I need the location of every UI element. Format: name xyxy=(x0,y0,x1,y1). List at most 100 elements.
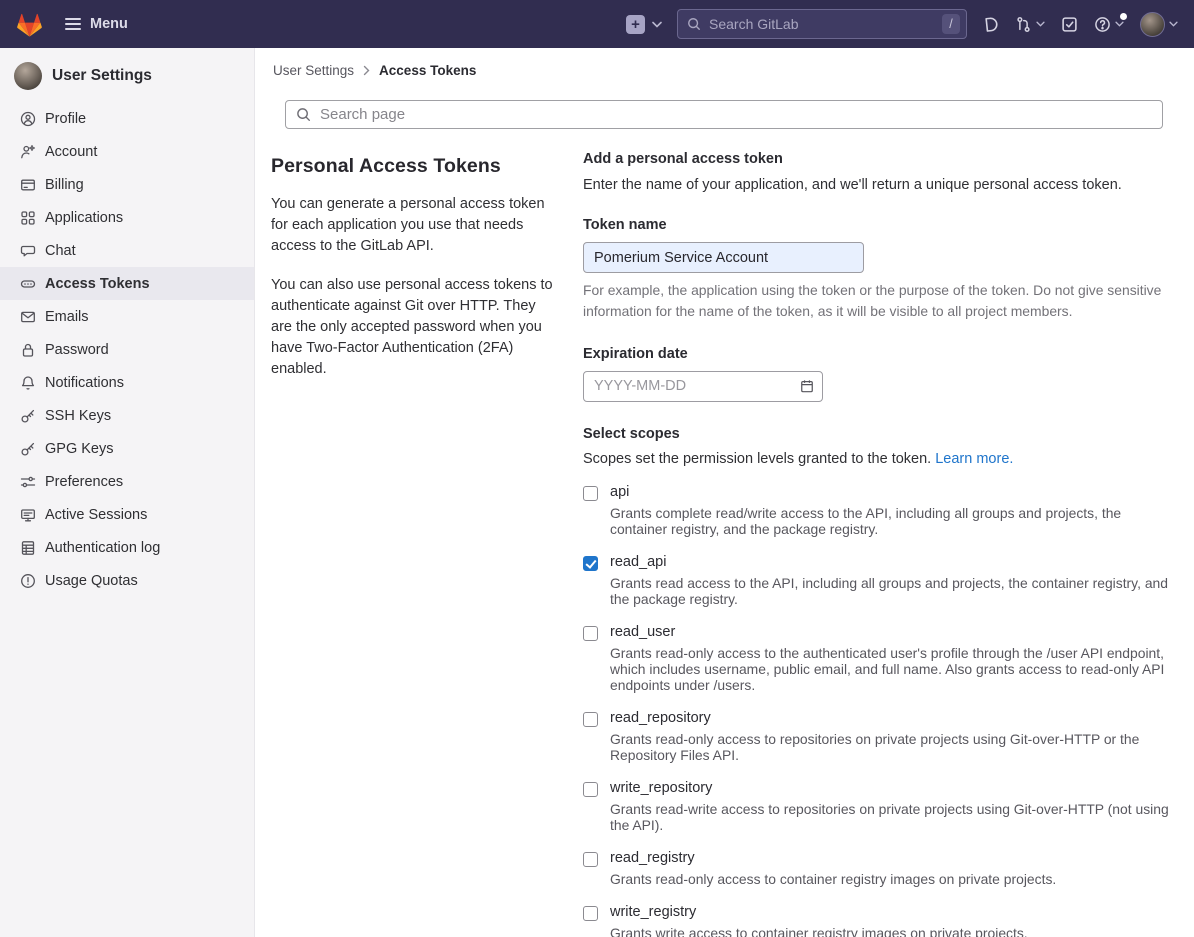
page-description-1: You can generate a personal access token… xyxy=(271,194,553,257)
menu-label: Menu xyxy=(90,16,128,32)
scopes-help: Scopes set the permission levels granted… xyxy=(583,451,1169,467)
chevron-down-icon xyxy=(1115,21,1124,27)
sidebar-item-gpg-keys[interactable]: GPG Keys xyxy=(0,432,254,465)
issues-icon[interactable] xyxy=(982,16,999,33)
sidebar-item-chat[interactable]: Chat xyxy=(0,234,254,267)
scope-checkbox-read-repository[interactable] xyxy=(583,712,598,727)
merge-requests-dropdown[interactable] xyxy=(1015,16,1045,33)
sidebar-item-notifications[interactable]: Notifications xyxy=(0,366,254,399)
key-icon xyxy=(20,441,36,457)
scope-description: Grants read-only access to container reg… xyxy=(610,871,1056,887)
sidebar-item-account[interactable]: Account xyxy=(0,135,254,168)
monitor-icon xyxy=(20,507,36,523)
sidebar-context-header[interactable]: User Settings xyxy=(0,58,254,102)
global-search-input[interactable] xyxy=(709,16,934,32)
lock-icon xyxy=(20,342,36,358)
expiration-date-label: Expiration date xyxy=(583,346,1169,362)
notification-dot xyxy=(1120,13,1127,20)
bell-icon xyxy=(20,375,36,391)
sidebar-item-applications[interactable]: Applications xyxy=(0,201,254,234)
user-avatar xyxy=(14,62,42,90)
learn-more-link[interactable]: Learn more. xyxy=(935,451,1013,467)
breadcrumb-user-settings[interactable]: User Settings xyxy=(273,63,354,78)
form-subheading: Enter the name of your application, and … xyxy=(583,177,1169,193)
quota-icon xyxy=(20,573,36,589)
global-search[interactable]: / xyxy=(677,9,967,39)
scope-description: Grants read-only access to the authentic… xyxy=(610,645,1169,693)
log-icon xyxy=(20,540,36,556)
gitlab-logo-icon[interactable] xyxy=(16,11,43,38)
page-description-column: Personal Access Tokens You can generate … xyxy=(271,147,553,937)
scope-row-write-repository: write_repository Grants read-write acces… xyxy=(583,780,1169,833)
user-menu[interactable] xyxy=(1140,12,1178,37)
search-icon xyxy=(296,107,311,122)
chevron-right-icon xyxy=(363,65,370,76)
main-content: User Settings Access Tokens Personal Acc… xyxy=(255,48,1194,937)
chevron-down-icon xyxy=(1036,21,1045,27)
sidebar-item-preferences[interactable]: Preferences xyxy=(0,465,254,498)
sidebar-title: User Settings xyxy=(52,67,152,85)
scope-row-write-registry: write_registry Grants write access to co… xyxy=(583,904,1169,937)
scope-row-read-api: read_api Grants read access to the API, … xyxy=(583,554,1169,607)
scope-row-read-user: read_user Grants read-only access to the… xyxy=(583,624,1169,693)
top-navbar: Menu + / xyxy=(0,0,1194,48)
scope-checkbox-read-user[interactable] xyxy=(583,626,598,641)
chat-icon xyxy=(20,243,36,259)
sidebar-item-emails[interactable]: Emails xyxy=(0,300,254,333)
expiration-date-input[interactable] xyxy=(583,371,823,402)
page-search-input[interactable] xyxy=(320,106,1152,123)
sidebar-item-access-tokens[interactable]: Access Tokens xyxy=(0,267,254,300)
user-avatar xyxy=(1140,12,1165,37)
scope-checkbox-write-registry[interactable] xyxy=(583,906,598,921)
search-icon xyxy=(687,17,701,31)
breadcrumb-access-tokens: Access Tokens xyxy=(379,63,476,78)
email-icon xyxy=(20,309,36,325)
todos-icon[interactable] xyxy=(1061,16,1078,33)
token-icon xyxy=(20,276,36,292)
sidebar-item-active-sessions[interactable]: Active Sessions xyxy=(0,498,254,531)
page-search[interactable] xyxy=(285,100,1163,129)
sidebar-item-authentication-log[interactable]: Authentication log xyxy=(0,531,254,564)
calendar-icon[interactable] xyxy=(800,379,814,393)
scope-name[interactable]: write_registry xyxy=(610,904,1028,920)
billing-icon xyxy=(20,177,36,193)
sidebar-item-usage-quotas[interactable]: Usage Quotas xyxy=(0,564,254,597)
applications-icon xyxy=(20,210,36,226)
scope-name[interactable]: read_api xyxy=(610,554,1169,570)
scope-row-read-registry: read_registry Grants read-only access to… xyxy=(583,850,1169,887)
scope-name[interactable]: read_repository xyxy=(610,710,1169,726)
sidebar-item-profile[interactable]: Profile xyxy=(0,102,254,135)
scope-checkbox-api[interactable] xyxy=(583,486,598,501)
scope-description: Grants read-write access to repositories… xyxy=(610,801,1169,833)
profile-icon xyxy=(20,111,36,127)
scope-name[interactable]: write_repository xyxy=(610,780,1169,796)
scope-description: Grants write access to container registr… xyxy=(610,925,1028,937)
scope-checkbox-read-registry[interactable] xyxy=(583,852,598,867)
scope-name[interactable]: api xyxy=(610,484,1169,500)
token-name-input[interactable] xyxy=(583,242,864,273)
scope-name[interactable]: read_user xyxy=(610,624,1169,640)
scope-name[interactable]: read_registry xyxy=(610,850,1056,866)
new-menu-button[interactable]: + xyxy=(626,15,662,34)
sliders-icon xyxy=(20,474,36,490)
scope-row-api: api Grants complete read/write access to… xyxy=(583,484,1169,537)
scope-checkbox-write-repository[interactable] xyxy=(583,782,598,797)
settings-sidebar: User Settings Profile Account Billing Ap… xyxy=(0,48,255,937)
sidebar-item-password[interactable]: Password xyxy=(0,333,254,366)
hamburger-icon xyxy=(65,17,81,31)
account-icon xyxy=(20,144,36,160)
scope-description: Grants read-only access to repositories … xyxy=(610,731,1169,763)
sidebar-nav: Profile Account Billing Applications Cha… xyxy=(0,102,254,597)
plus-icon: + xyxy=(626,15,645,34)
scope-description: Grants read access to the API, including… xyxy=(610,575,1169,607)
sidebar-item-ssh-keys[interactable]: SSH Keys xyxy=(0,399,254,432)
chevron-down-icon xyxy=(1169,21,1178,27)
help-dropdown[interactable] xyxy=(1094,16,1124,33)
page-description-2: You can also use personal access tokens … xyxy=(271,275,553,380)
breadcrumb: User Settings Access Tokens xyxy=(271,48,1178,78)
menu-button[interactable]: Menu xyxy=(65,16,128,32)
page-title: Personal Access Tokens xyxy=(271,155,553,178)
sidebar-item-billing[interactable]: Billing xyxy=(0,168,254,201)
scope-checkbox-read-api[interactable] xyxy=(583,556,598,571)
scope-description: Grants complete read/write access to the… xyxy=(610,505,1169,537)
